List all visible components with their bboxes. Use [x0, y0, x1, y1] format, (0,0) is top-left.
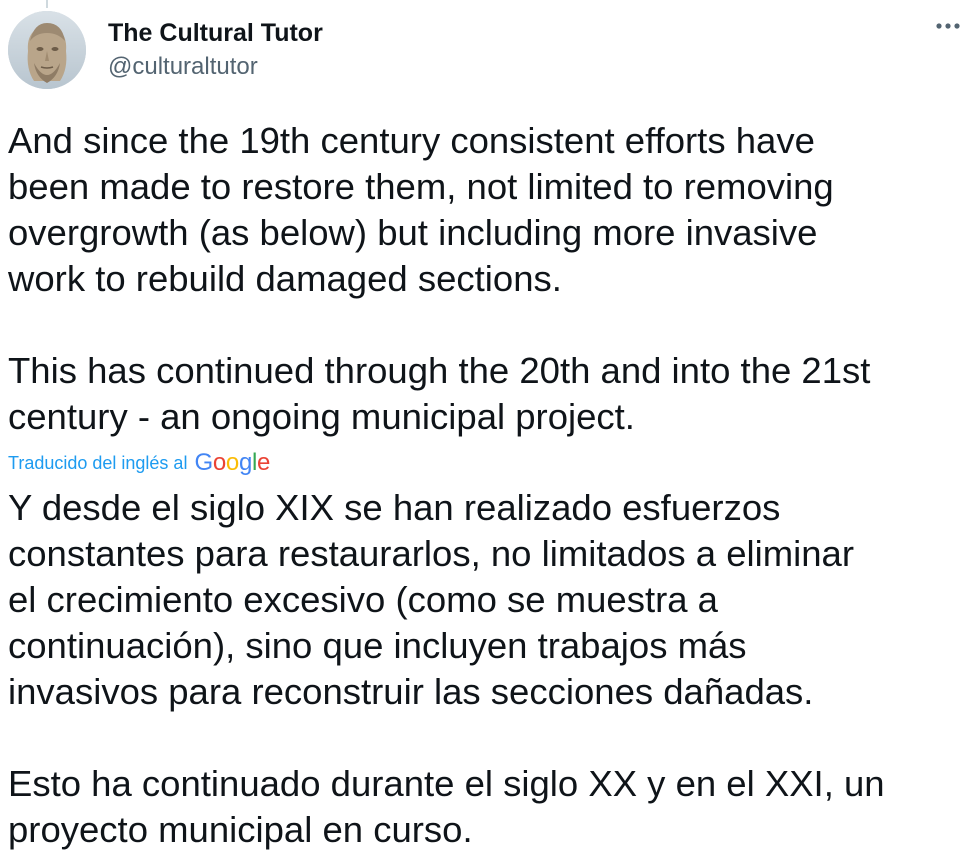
- translation-label: Traducido del inglés al: [8, 452, 188, 473]
- google-logo-letter: g: [238, 449, 252, 476]
- google-logo-letter: o: [212, 449, 226, 476]
- author-info: The Cultural Tutor @culturaltutor: [108, 11, 323, 89]
- tweet-header: The Cultural Tutor @culturaltutor: [8, 10, 966, 90]
- thread-connector-line: [46, 0, 48, 8]
- tweet-translated-text: Y desde el siglo XIX se han realizado es…: [8, 487, 885, 850]
- classical-bust-avatar-icon: [8, 11, 86, 89]
- more-horizontal-icon: [936, 23, 960, 29]
- more-options-button[interactable]: [928, 6, 968, 46]
- google-logo-letter: G: [194, 449, 213, 476]
- author-display-name[interactable]: The Cultural Tutor: [108, 18, 323, 48]
- google-logo: Google: [194, 449, 270, 477]
- google-logo-letter: e: [257, 449, 271, 476]
- author-avatar[interactable]: [8, 11, 86, 89]
- author-handle[interactable]: @culturaltutor: [108, 52, 323, 82]
- tweet-original-text: And since the 19th century consistent ef…: [8, 120, 871, 437]
- translation-attribution[interactable]: Traducido del inglés al Google: [8, 448, 270, 478]
- google-logo-letter: o: [225, 449, 239, 476]
